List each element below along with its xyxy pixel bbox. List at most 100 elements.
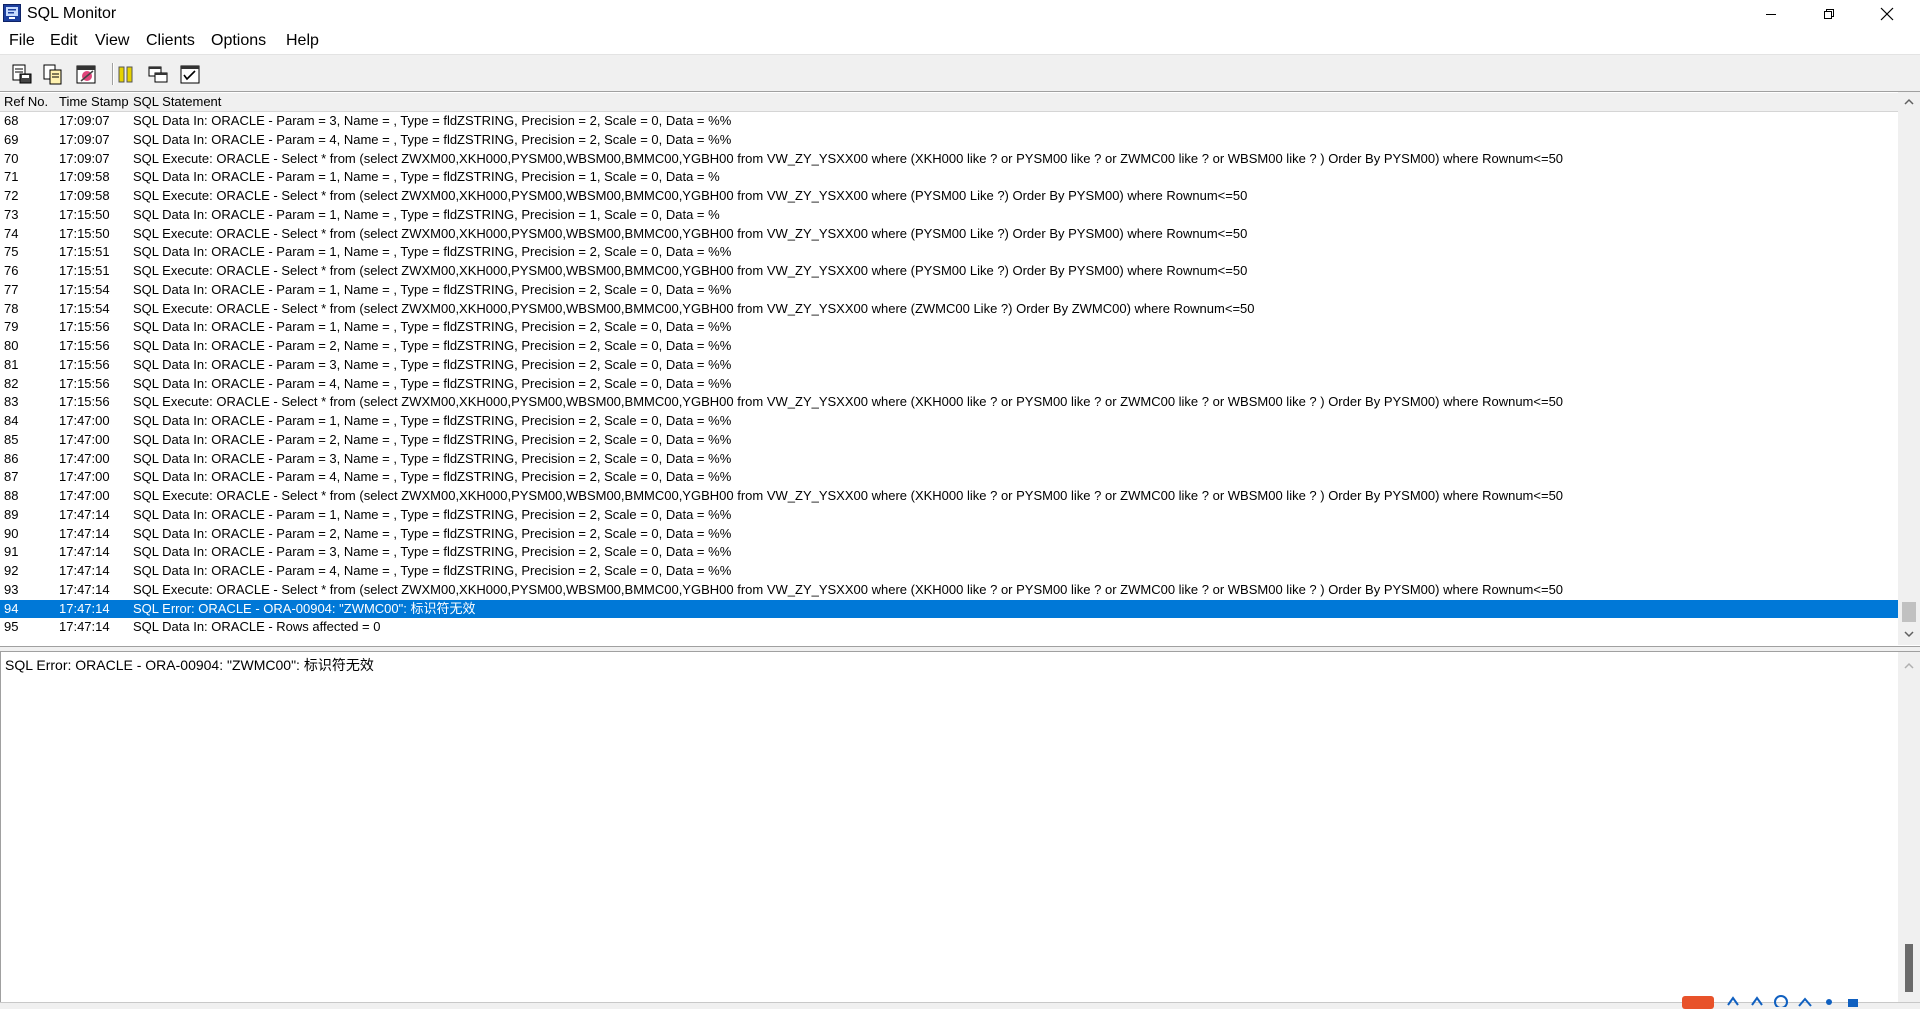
log-row[interactable]: 71 17:09:58 SQL Data In: ORACLE - Param = … <box>0 168 1898 187</box>
scroll-up-icon[interactable] <box>1903 660 1915 672</box>
user-icon[interactable] <box>1822 993 1836 1007</box>
log-row-time: 17:15:56 <box>59 338 110 353</box>
menu-edit[interactable]: Edit <box>50 32 78 50</box>
column-header-ref-no[interactable]: Ref No. <box>4 93 48 111</box>
grid-icon[interactable] <box>1846 993 1860 1007</box>
clear-log-button[interactable] <box>73 61 99 87</box>
log-row[interactable]: 95 17:47:14 SQL Data In: ORACLE - Rows aff… <box>0 618 1898 637</box>
log-row[interactable]: 87 17:47:00 SQL Data In: ORACLE - Param = … <box>0 468 1898 487</box>
log-row-sql: SQL Data In: ORACLE - Param = 1, Name = … <box>133 206 720 222</box>
log-row-ref: 73 <box>4 206 19 222</box>
restore-button[interactable] <box>1800 0 1858 28</box>
log-row[interactable]: 82 17:15:56 SQL Data In: ORACLE - Param = … <box>0 375 1898 394</box>
log-row-sql: SQL Execute: ORACLE - Select * from (sel… <box>133 488 1564 503</box>
log-row-ref: 75 <box>4 244 19 260</box>
log-row[interactable]: 74 17:15:50 SQL Execute: ORACLE - Select *… <box>0 225 1898 244</box>
minimize-button[interactable] <box>1742 0 1800 28</box>
log-row[interactable]: 72 17:09:58 SQL Execute: ORACLE - Select *… <box>0 187 1898 206</box>
log-row[interactable]: 77 17:15:54 SQL Data In: ORACLE - Param = … <box>0 281 1898 300</box>
detail-scroll-thumb[interactable] <box>1905 944 1913 992</box>
menu-file[interactable]: File <box>9 32 35 50</box>
log-row-time: 17:15:56 <box>59 319 110 335</box>
triangle-icon[interactable] <box>1798 993 1812 1007</box>
log-row[interactable]: 73 17:15:50 SQL Data In: ORACLE - Param = … <box>0 206 1898 225</box>
close-icon <box>1880 7 1894 21</box>
arrow-up-icon[interactable] <box>1726 993 1740 1007</box>
restore-icon <box>1824 9 1834 19</box>
log-row-time: 17:15:51 <box>59 244 110 260</box>
log-row-sql: SQL Error: ORACLE - ORA-00904: "ZWMC00":… <box>133 600 476 616</box>
log-row[interactable]: 80 17:15:56 SQL Data In: ORACLE - Param = … <box>0 337 1898 356</box>
log-row-time: 17:15:54 <box>59 300 110 316</box>
log-row-sql: SQL Data In: ORACLE - Param = 1, Name = … <box>133 413 732 428</box>
log-row-time: 17:09:58 <box>59 188 110 203</box>
log-scroll-thumb[interactable] <box>1902 602 1916 622</box>
log-row-time: 17:47:14 <box>59 581 110 597</box>
log-row[interactable]: 86 17:47:00 SQL Data In: ORACLE - Param = … <box>0 450 1898 469</box>
copy-button[interactable] <box>40 61 66 87</box>
log-row-time: 17:47:14 <box>59 544 110 560</box>
app-tray-icon[interactable] <box>1680 993 1716 1009</box>
log-row-sql: SQL Data In: ORACLE - Param = 3, Name = … <box>133 356 732 372</box>
log-row-time: 17:15:50 <box>59 206 110 222</box>
log-row-time: 17:09:07 <box>59 150 110 166</box>
log-row[interactable]: 94 17:47:14 SQL Error: ORACLE - ORA-00904:… <box>0 599 1898 619</box>
trace-options-button[interactable] <box>177 61 203 87</box>
log-row-ref: 81 <box>4 356 19 372</box>
log-row-ref: 85 <box>4 431 19 447</box>
scroll-down-icon[interactable] <box>1903 628 1915 640</box>
pause-button[interactable] <box>113 61 139 87</box>
log-row-sql: SQL Data In: ORACLE - Param = 4, Name = … <box>133 469 732 485</box>
menu-help[interactable]: Help <box>286 32 319 50</box>
close-button[interactable] <box>1858 0 1916 28</box>
log-row-ref: 82 <box>4 375 19 391</box>
log-row-ref: 79 <box>4 319 19 335</box>
log-row[interactable]: 84 17:47:00 SQL Data In: ORACLE - Param = … <box>0 412 1898 431</box>
log-row[interactable]: 89 17:47:14 SQL Data In: ORACLE - Param = … <box>0 506 1898 525</box>
log-row-ref: 88 <box>4 488 19 503</box>
arrow-up-icon[interactable] <box>1750 993 1764 1007</box>
log-row[interactable]: 79 17:15:56 SQL Data In: ORACLE - Param = … <box>0 318 1898 337</box>
log-row[interactable]: 75 17:15:51 SQL Data In: ORACLE - Param = … <box>0 243 1898 262</box>
column-header-sql-statement[interactable]: SQL Statement <box>133 93 221 111</box>
log-row[interactable]: 85 17:47:00 SQL Data In: ORACLE - Param = … <box>0 431 1898 450</box>
sql-detail-pane[interactable]: SQL Error: ORACLE - ORA-00904: "ZWMC00":… <box>0 652 1920 1002</box>
log-row[interactable]: 91 17:47:14 SQL Data In: ORACLE - Param = … <box>0 543 1898 562</box>
log-row-time: 17:15:56 <box>59 356 110 372</box>
log-row-time: 17:47:14 <box>59 525 110 541</box>
window-tile-button[interactable] <box>145 61 171 87</box>
log-row-sql: SQL Execute: ORACLE - Select * from (sel… <box>133 263 1248 278</box>
log-row[interactable]: 88 17:47:00 SQL Execute: ORACLE - Select *… <box>0 487 1898 506</box>
menu-options[interactable]: Options <box>211 32 266 50</box>
save-log-button[interactable] <box>9 61 35 87</box>
log-row-sql: SQL Data In: ORACLE - Param = 1, Name = … <box>133 319 732 335</box>
log-row-ref: 87 <box>4 469 19 485</box>
log-row[interactable]: 90 17:47:14 SQL Data In: ORACLE - Param = … <box>0 525 1898 544</box>
log-row-time: 17:47:00 <box>59 450 110 466</box>
log-vertical-scrollbar[interactable] <box>1898 92 1920 645</box>
sql-log-list[interactable]: Ref No. Time Stamp SQL Statement 68 17:09… <box>0 91 1920 646</box>
detail-vertical-scrollbar[interactable] <box>1898 652 1920 1002</box>
log-row-time: 17:09:07 <box>59 113 110 128</box>
tray-icons <box>1680 993 1860 1009</box>
log-row[interactable]: 93 17:47:14 SQL Execute: ORACLE - Select *… <box>0 581 1898 600</box>
status-strip <box>0 1002 1920 1009</box>
menu-clients[interactable]: Clients <box>146 32 195 50</box>
log-row[interactable]: 92 17:47:14 SQL Data In: ORACLE - Param = … <box>0 562 1898 581</box>
log-row[interactable]: 70 17:09:07 SQL Execute: ORACLE - Select *… <box>0 150 1898 169</box>
log-row[interactable]: 68 17:09:07 SQL Data In: ORACLE - Param = … <box>0 112 1898 131</box>
log-row-time: 17:15:50 <box>59 225 110 241</box>
log-row[interactable]: 81 17:15:56 SQL Data In: ORACLE - Param = … <box>0 356 1898 375</box>
log-row[interactable]: 83 17:15:56 SQL Execute: ORACLE - Select *… <box>0 393 1898 412</box>
log-row-ref: 92 <box>4 563 19 578</box>
log-rows: 68 17:09:07 SQL Data In: ORACLE - Param = … <box>0 112 1898 637</box>
help-circle-icon[interactable] <box>1774 993 1788 1007</box>
scroll-up-icon[interactable] <box>1903 96 1915 108</box>
log-row-time: 17:09:58 <box>59 169 110 185</box>
log-row[interactable]: 78 17:15:54 SQL Execute: ORACLE - Select *… <box>0 300 1898 319</box>
log-row-sql: SQL Data In: ORACLE - Param = 3, Name = … <box>133 450 732 466</box>
column-header-time-stamp[interactable]: Time Stamp <box>59 93 129 111</box>
log-row[interactable]: 76 17:15:51 SQL Execute: ORACLE - Select *… <box>0 262 1898 281</box>
menu-view[interactable]: View <box>95 32 129 50</box>
log-row[interactable]: 69 17:09:07 SQL Data In: ORACLE - Param = … <box>0 131 1898 150</box>
